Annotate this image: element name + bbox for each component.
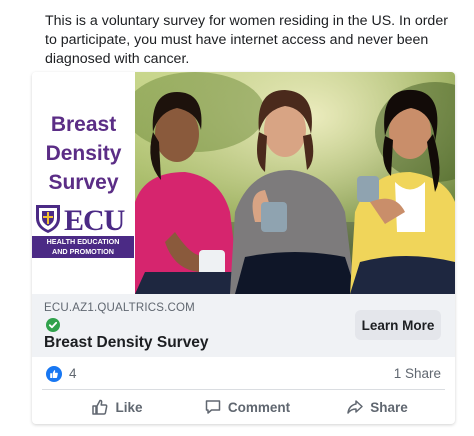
share-count[interactable]: 1 Share bbox=[394, 366, 441, 381]
share-label: Share bbox=[370, 399, 408, 415]
thumbs-up-icon[interactable] bbox=[46, 366, 62, 382]
link-preview-footer[interactable]: ECU.AZ1.QUALTRICS.COM Breast Density Sur… bbox=[32, 294, 455, 357]
engagement-stats: 4 1 Share bbox=[32, 357, 455, 389]
like-label: Like bbox=[115, 399, 143, 415]
photo-illustration bbox=[135, 72, 455, 294]
learn-more-button[interactable]: Learn More bbox=[355, 310, 441, 340]
logo-subtitle: HEALTH EDUCATION AND PROMOTION bbox=[32, 236, 134, 258]
comment-label: Comment bbox=[227, 399, 291, 415]
ad-title-line: Survey bbox=[48, 171, 119, 194]
women-photo bbox=[135, 72, 455, 294]
ecu-crest-icon bbox=[36, 205, 60, 233]
ecu-logo: ECU HEALTH EDUCATION AND PROMOTION bbox=[32, 202, 135, 258]
reaction-count[interactable]: 4 bbox=[69, 366, 77, 381]
share-button[interactable]: Share bbox=[322, 390, 432, 424]
like-button[interactable]: Like bbox=[62, 390, 172, 424]
link-preview-card[interactable]: Breast Density Survey ECU HEALTH EDUCATI… bbox=[32, 72, 455, 424]
ad-title-line: Density bbox=[45, 142, 122, 165]
logo-ecu-text: ECU bbox=[64, 204, 125, 237]
comment-icon bbox=[205, 400, 221, 414]
link-title[interactable]: Breast Density Survey bbox=[44, 334, 209, 352]
post-text: This is a voluntary survey for women res… bbox=[45, 13, 448, 67]
link-domain: ECU.AZ1.QUALTRICS.COM bbox=[44, 302, 195, 314]
check-circle-icon bbox=[46, 318, 60, 332]
ad-title-line: Breast bbox=[50, 113, 117, 136]
ad-title: Breast Density Survey bbox=[32, 110, 135, 197]
share-arrow-icon bbox=[347, 400, 363, 414]
ad-image[interactable]: Breast Density Survey ECU HEALTH EDUCATI… bbox=[32, 72, 455, 294]
thumbs-up-outline-icon bbox=[92, 399, 108, 415]
action-bar: Like Comment Share bbox=[32, 390, 455, 424]
comment-button[interactable]: Comment bbox=[182, 390, 312, 424]
ad-title-panel: Breast Density Survey ECU HEALTH EDUCATI… bbox=[32, 72, 135, 294]
